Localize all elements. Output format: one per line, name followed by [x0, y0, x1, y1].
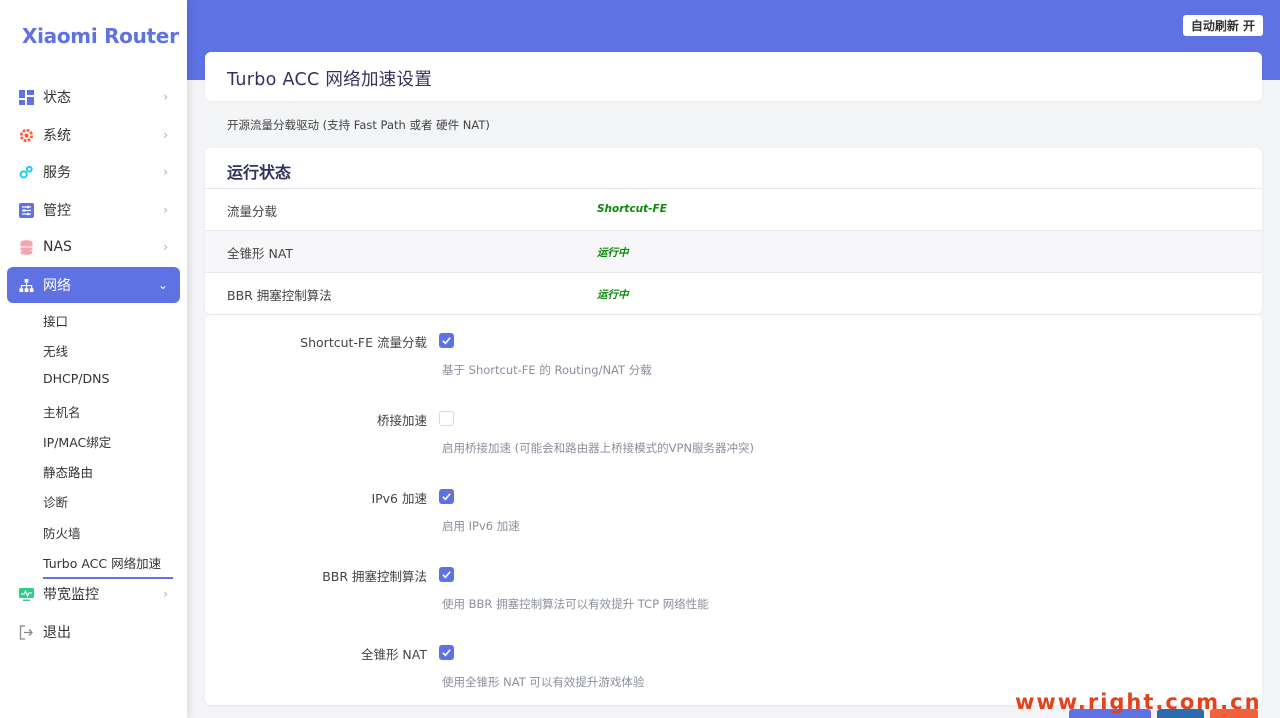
- chevron-right-icon: ›: [163, 240, 168, 254]
- status-label: 全锥形 NAT: [227, 246, 294, 261]
- sidebar-item-control[interactable]: 管控 ›: [7, 193, 180, 227]
- sidebar-item-label: 系统: [43, 128, 71, 144]
- chevron-right-icon: ›: [163, 587, 168, 601]
- option-label-shortcut-fe: Shortcut-FE 流量分载: [300, 335, 427, 350]
- sidebar-subitem-static-routes[interactable]: 静态路由: [43, 462, 93, 481]
- status-row: 全锥形 NAT 运行中: [205, 230, 1262, 272]
- option-label-bridge-acceleration: 桥接加速: [376, 413, 427, 428]
- check-icon: [442, 493, 451, 501]
- option-help-shortcut-fe: 基于 Shortcut-FE 的 Routing/NAT 分载: [442, 363, 652, 377]
- check-icon: [442, 649, 451, 657]
- page-title: Turbo ACC 网络加速设置: [227, 70, 433, 90]
- chevron-right-icon: ›: [163, 165, 168, 179]
- status-value: 运行中: [597, 289, 629, 301]
- checkbox-bbr[interactable]: [439, 567, 454, 582]
- sidebar-item-network[interactable]: 网络 ⌄: [7, 267, 180, 303]
- settings-section: Shortcut-FE 流量分载 基于 Shortcut-FE 的 Routin…: [205, 315, 1262, 705]
- sidebar: Xiaomi Router 状态 › 系统 › 服务 › 管控 › NAS ›: [0, 0, 187, 718]
- status-label: BBR 拥塞控制算法: [227, 288, 332, 303]
- option-help-full-cone-nat: 使用全锥形 NAT 可以有效提升游戏体验: [442, 675, 645, 689]
- option-label-full-cone-nat: 全锥形 NAT: [360, 647, 427, 662]
- auto-refresh-button[interactable]: 自动刷新 开: [1182, 15, 1263, 36]
- page-title-card: Turbo ACC 网络加速设置: [205, 52, 1262, 101]
- sidebar-subitem-interfaces[interactable]: 接口: [43, 311, 68, 330]
- sidebar-subitem-turbo-acc[interactable]: Turbo ACC 网络加速: [43, 553, 173, 579]
- check-icon: [442, 337, 451, 345]
- option-label-ipv6-acceleration: IPv6 加速: [371, 491, 427, 506]
- sidebar-subitem-wireless[interactable]: 无线: [43, 341, 68, 360]
- sidebar-subitem-diagnostics[interactable]: 诊断: [43, 492, 68, 511]
- sidebar-item-label: 带宽监控: [43, 587, 99, 603]
- gear-icon: [18, 127, 34, 143]
- sidebar-item-label: 退出: [43, 625, 71, 641]
- sidebar-item-services[interactable]: 服务 ›: [7, 155, 180, 189]
- chevron-right-icon: ›: [163, 128, 168, 142]
- sidebar-subitem-hostnames[interactable]: 主机名: [43, 402, 81, 421]
- sidebar-subitem-dhcp-dns[interactable]: DHCP/DNS: [43, 371, 109, 386]
- status-section: 运行状态 流量分载 Shortcut-FE 全锥形 NAT 运行中 BBR 拥塞…: [205, 148, 1262, 314]
- check-icon: [442, 571, 451, 579]
- dashboard-icon: [18, 89, 34, 105]
- watermark: www.right.com.cn: [1015, 690, 1262, 714]
- chevron-right-icon: ›: [163, 203, 168, 217]
- sliders-icon: [18, 202, 34, 218]
- sidebar-item-label: NAS: [43, 239, 72, 255]
- option-help-bbr: 使用 BBR 拥塞控制算法可以有效提升 TCP 网络性能: [442, 597, 709, 611]
- sidebar-item-bandwidth-monitor[interactable]: 带宽监控 ›: [7, 577, 180, 611]
- chevron-right-icon: ›: [163, 90, 168, 104]
- status-value: 运行中: [597, 247, 629, 259]
- database-icon: [18, 239, 34, 255]
- option-help-bridge-acceleration: 启用桥接加速 (可能会和路由器上桥接模式的VPN服务器冲突): [442, 441, 755, 455]
- sidebar-item-logout[interactable]: 退出: [7, 615, 180, 649]
- checkbox-shortcut-fe[interactable]: [439, 333, 454, 348]
- sidebar-item-system[interactable]: 系统 ›: [7, 118, 180, 152]
- status-row: BBR 拥塞控制算法 运行中: [205, 272, 1262, 314]
- services-icon: [18, 164, 34, 180]
- sidebar-item-nas[interactable]: NAS ›: [7, 230, 180, 264]
- checkbox-full-cone-nat[interactable]: [439, 645, 454, 660]
- sidebar-item-label: 网络: [43, 278, 71, 294]
- checkbox-bridge-acceleration[interactable]: [439, 411, 454, 426]
- status-row: 流量分载 Shortcut-FE: [205, 188, 1262, 230]
- sidebar-subitem-ip-mac-binding[interactable]: IP/MAC绑定: [43, 432, 111, 451]
- sidebar-subitem-firewall[interactable]: 防火墙: [43, 523, 81, 542]
- network-icon: [18, 277, 34, 293]
- chevron-down-icon: ⌄: [157, 278, 168, 292]
- status-heading: 运行状态: [227, 163, 292, 182]
- status-value: Shortcut-FE: [597, 203, 667, 215]
- sidebar-item-label: 管控: [43, 203, 71, 219]
- logout-icon: [18, 624, 34, 640]
- sidebar-item-label: 服务: [43, 165, 71, 181]
- sidebar-item-status[interactable]: 状态 ›: [7, 80, 180, 114]
- brand-logo[interactable]: Xiaomi Router: [22, 24, 179, 48]
- sidebar-item-label: 状态: [43, 90, 71, 106]
- option-label-bbr: BBR 拥塞控制算法: [322, 569, 427, 584]
- page-description: 开源流量分载驱动 (支持 Fast Path 或者 硬件 NAT): [227, 118, 490, 132]
- monitor-icon: [18, 586, 34, 602]
- status-label: 流量分载: [227, 204, 278, 219]
- option-help-ipv6-acceleration: 启用 IPv6 加速: [442, 519, 520, 533]
- checkbox-ipv6-acceleration[interactable]: [439, 489, 454, 504]
